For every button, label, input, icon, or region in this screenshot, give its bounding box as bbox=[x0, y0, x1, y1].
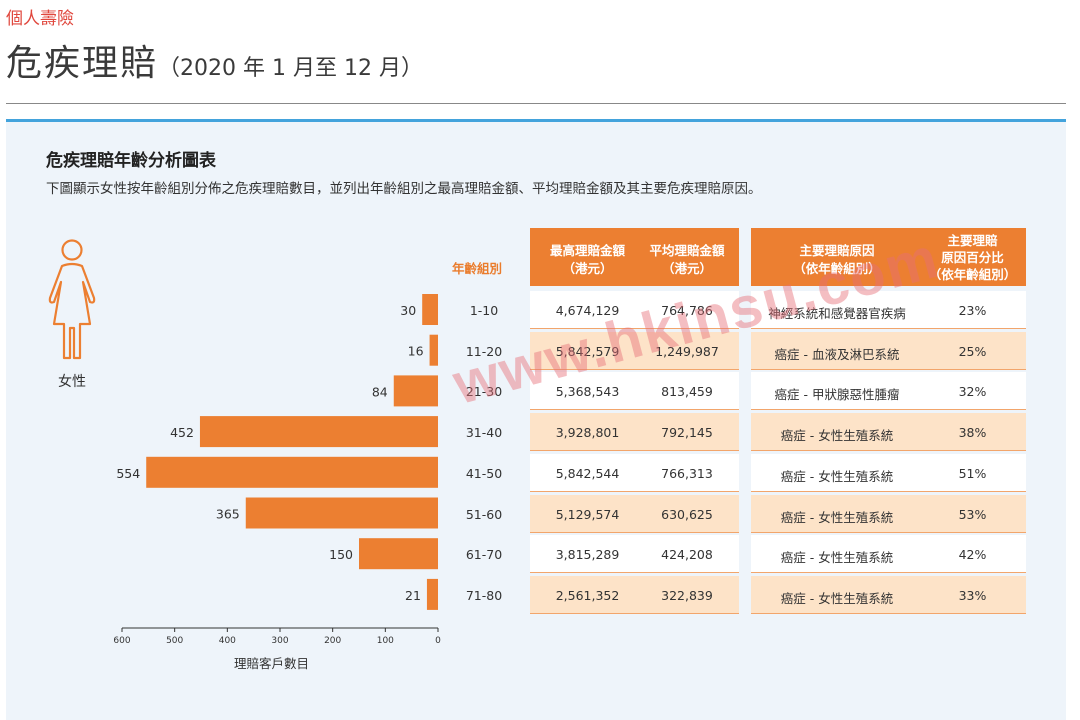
bar-value-label: 150 bbox=[329, 547, 353, 562]
x-tick-label: 0 bbox=[435, 636, 441, 646]
bar-value-label: 84 bbox=[372, 384, 388, 399]
bar-value-label: 21 bbox=[405, 588, 421, 603]
bar-41-50 bbox=[146, 456, 438, 488]
bar-21-30 bbox=[393, 375, 438, 407]
bar-value-label: 30 bbox=[400, 303, 416, 318]
bar-1-10 bbox=[422, 294, 438, 325]
bar-value-label: 554 bbox=[116, 466, 140, 481]
bar-71-80 bbox=[426, 578, 438, 610]
x-tick-label: 100 bbox=[376, 636, 394, 646]
bar-value-label: 365 bbox=[216, 507, 240, 522]
bar-61-70 bbox=[359, 538, 438, 570]
bar-31-40 bbox=[199, 416, 438, 448]
bar-value-label: 452 bbox=[170, 425, 194, 440]
x-tick-label: 300 bbox=[271, 636, 289, 646]
bar-11-20 bbox=[429, 334, 438, 366]
x-tick-label: 500 bbox=[166, 636, 184, 646]
x-tick-label: 600 bbox=[113, 636, 131, 646]
bar-chart: 30 16 84 452 554 365 150 21 bbox=[116, 294, 439, 632]
x-tick-label: 400 bbox=[218, 636, 236, 646]
bar-value-label: 16 bbox=[408, 344, 424, 359]
bar-51-60 bbox=[245, 497, 438, 529]
x-axis-title: 理賠客戶數目 bbox=[234, 656, 310, 671]
x-tick-label: 200 bbox=[324, 636, 342, 646]
